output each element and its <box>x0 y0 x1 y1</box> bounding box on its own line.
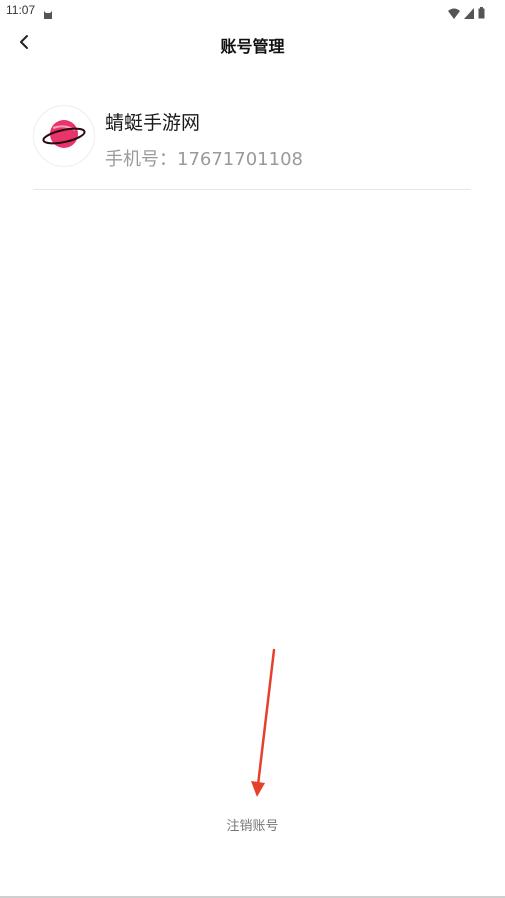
signal-icon <box>464 4 474 23</box>
account-name: 蜻蜓手游网 <box>105 112 201 134</box>
wifi-icon <box>448 4 460 23</box>
app-bar: 账号管理 <box>0 22 505 66</box>
status-icons <box>448 4 485 23</box>
status-bar: 11:07 <box>0 0 505 22</box>
cat-icon <box>43 4 53 23</box>
cancel-account-link[interactable]: 注销账号 <box>0 815 505 834</box>
status-time: 11:07 <box>6 3 36 17</box>
account-phone: 手机号：17671701108 <box>105 149 303 170</box>
page-title: 账号管理 <box>220 37 285 56</box>
avatar <box>33 105 95 167</box>
planet-icon <box>41 114 87 158</box>
account-row[interactable]: 蜻蜓手游网 手机号：17671701108 <box>33 100 471 190</box>
battery-icon <box>478 4 485 23</box>
